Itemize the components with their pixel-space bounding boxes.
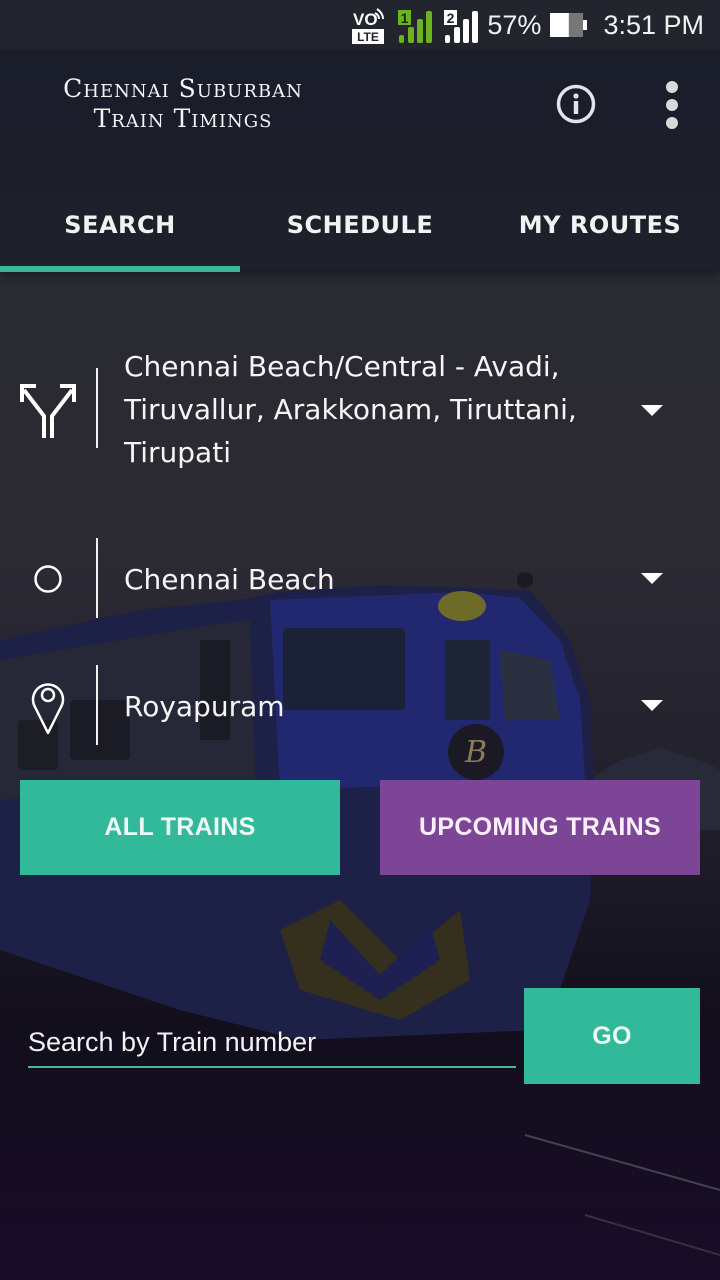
train-number-input[interactable] bbox=[28, 1020, 516, 1064]
from-station-value: Chennai Beach bbox=[124, 563, 335, 596]
battery-percent: 57% bbox=[487, 9, 542, 40]
dropdown-caret-icon[interactable] bbox=[641, 405, 663, 416]
to-station-value: Royapuram bbox=[124, 690, 285, 723]
sim1-signal-icon: 1 bbox=[395, 5, 433, 45]
active-tab-indicator bbox=[0, 266, 240, 272]
location-pin-icon bbox=[30, 677, 66, 741]
row-divider bbox=[96, 538, 98, 618]
route-value: Chennai Beach/Central - Avadi, Tiruvallu… bbox=[124, 350, 577, 469]
info-button[interactable] bbox=[555, 83, 597, 125]
app-title-line-1: Chennai Suburban bbox=[63, 74, 303, 103]
volte-icon: VO LTE bbox=[351, 5, 387, 45]
app-bar: Chennai Suburban Train Timings SEARCH SC… bbox=[0, 50, 720, 272]
from-station-selector[interactable]: Chennai Beach bbox=[0, 538, 720, 618]
status-bar: VO LTE 1 2 57% 3:51 PM bbox=[0, 0, 720, 50]
tab-search[interactable]: SEARCH bbox=[0, 180, 240, 270]
sim2-signal-icon: 2 bbox=[441, 5, 479, 45]
clock: 3:51 PM bbox=[603, 9, 704, 40]
svg-text:LTE: LTE bbox=[358, 30, 380, 44]
svg-text:2: 2 bbox=[447, 10, 455, 26]
app-title: Chennai Suburban Train Timings bbox=[38, 74, 328, 134]
origin-circle-icon bbox=[33, 564, 63, 598]
app-title-line-2: Train Timings bbox=[93, 104, 273, 133]
all-trains-button[interactable]: ALL TRAINS bbox=[20, 780, 340, 875]
train-number-search bbox=[28, 1020, 516, 1068]
route-split-icon bbox=[18, 380, 78, 444]
upcoming-trains-button[interactable]: UPCOMING TRAINS bbox=[380, 780, 700, 875]
dropdown-caret-icon[interactable] bbox=[641, 573, 663, 584]
to-station-selector[interactable]: Royapuram bbox=[0, 665, 720, 745]
row-divider bbox=[96, 368, 98, 448]
overflow-menu-button[interactable] bbox=[656, 78, 688, 132]
svg-text:VO: VO bbox=[353, 10, 378, 29]
row-divider bbox=[96, 665, 98, 745]
battery-icon bbox=[549, 12, 589, 38]
tab-bar: SEARCH SCHEDULE MY ROUTES bbox=[0, 180, 720, 270]
go-button[interactable]: GO bbox=[524, 988, 700, 1084]
tab-my-routes[interactable]: MY ROUTES bbox=[480, 180, 720, 270]
info-icon bbox=[556, 84, 596, 124]
route-selector[interactable]: Chennai Beach/Central - Avadi, Tiruvallu… bbox=[0, 345, 720, 475]
dropdown-caret-icon[interactable] bbox=[641, 700, 663, 711]
svg-text:1: 1 bbox=[401, 10, 409, 26]
tab-schedule[interactable]: SCHEDULE bbox=[240, 180, 480, 270]
more-vert-icon bbox=[666, 81, 678, 129]
